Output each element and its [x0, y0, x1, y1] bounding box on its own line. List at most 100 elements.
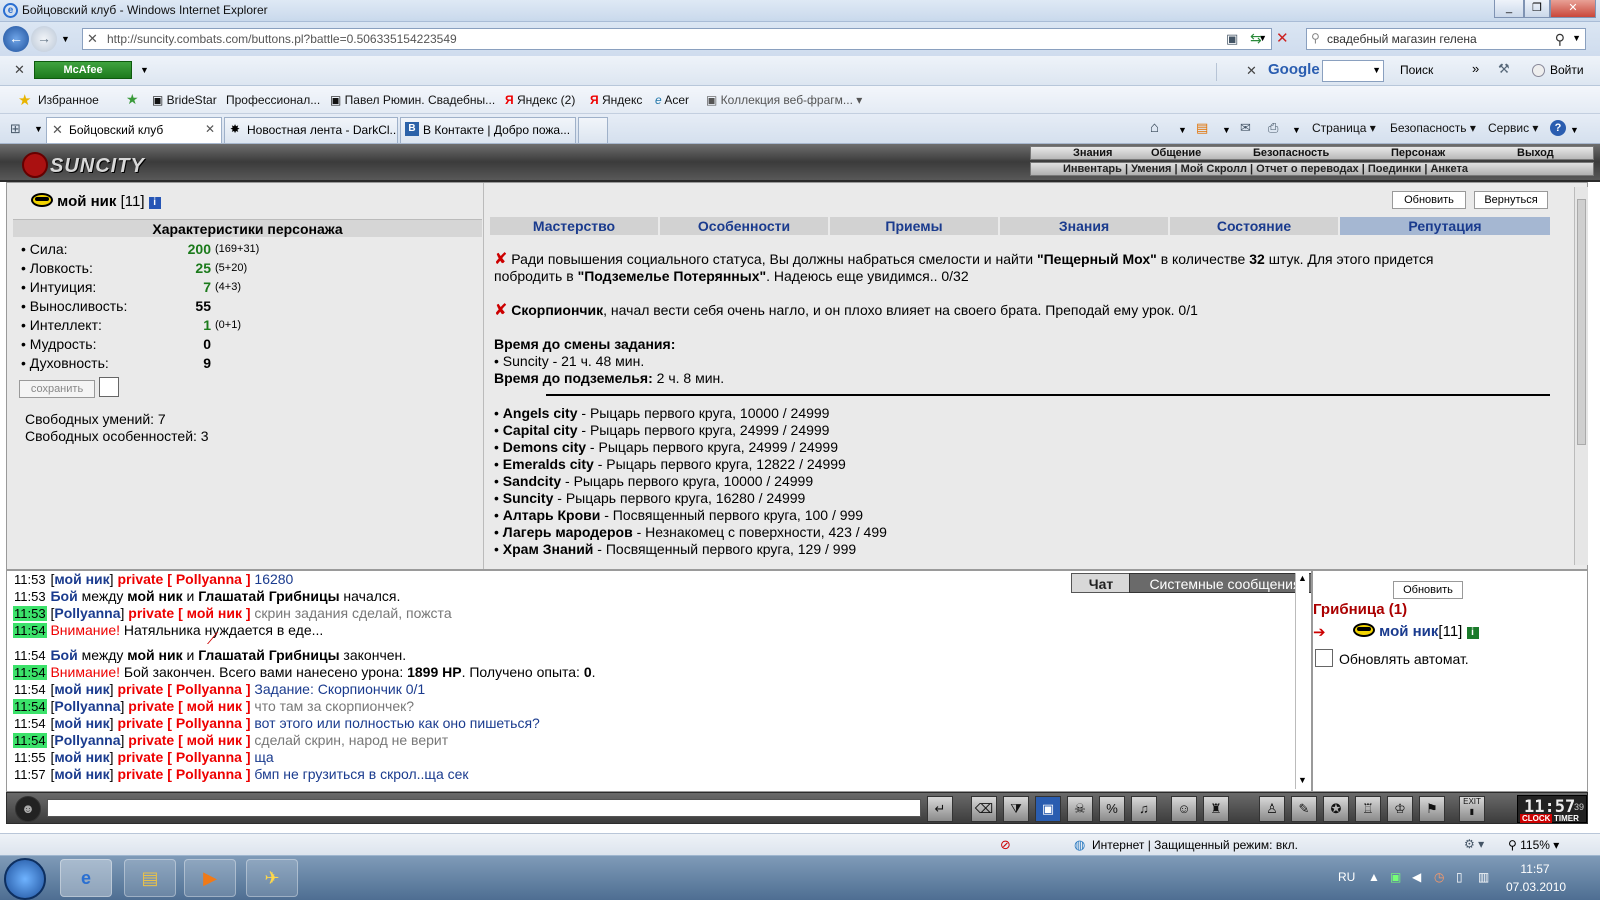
tools-menu[interactable]: Сервис ▾ [1488, 121, 1538, 135]
character-icon[interactable]: ♔ [1387, 796, 1413, 822]
tab-mastery[interactable]: Мастерство [490, 217, 658, 235]
chat-line[interactable]: 11:55 [мой ник] private [ Pollyanna ] ща [13, 749, 274, 765]
percent-icon[interactable]: % [1099, 796, 1125, 822]
forward-button[interactable]: → [31, 26, 57, 52]
chat-line[interactable]: 11:57 [мой ник] private [ Pollyanna ] бм… [13, 766, 469, 782]
battle-player[interactable]: Глашатай Грибницы [198, 647, 339, 663]
close-window-button[interactable]: ✕ [1550, 0, 1596, 18]
tab-techniques[interactable]: Приемы [830, 217, 998, 235]
safety-menu[interactable]: Безопасность ▾ [1390, 121, 1476, 135]
quest-failed-icon[interactable]: ✘ [494, 251, 507, 268]
chat-recipient[interactable]: мой ник [187, 698, 242, 714]
chat-recipient[interactable]: Pollyanna [176, 766, 242, 782]
chat-sender[interactable]: мой ник [54, 715, 109, 731]
start-button[interactable] [4, 858, 46, 900]
taskbar-time[interactable]: 11:57 [1506, 862, 1564, 876]
auto-refresh-checkbox[interactable] [1315, 649, 1333, 667]
sound-icon[interactable]: ♫ [1131, 796, 1157, 822]
chat-recipient[interactable]: Pollyanna [176, 571, 242, 587]
chat-line[interactable]: 11:54 [Pollyanna] private [ мой ник ] чт… [13, 698, 414, 714]
chat-recipient[interactable]: Pollyanna [176, 681, 242, 697]
menu-security[interactable]: Безопасность [1253, 147, 1329, 159]
chat-sender[interactable]: мой ник [54, 681, 109, 697]
chat-line[interactable]: 11:54 [мой ник] private [ Pollyanna ] во… [13, 715, 540, 731]
tab-darkclan[interactable]: ✸ Новостная лента - DarkCl... [224, 117, 398, 143]
menu-knowledge[interactable]: Знания [1073, 147, 1112, 159]
feeds-dropdown-icon[interactable]: ▼ [1222, 125, 1231, 135]
google-dropdown-icon[interactable]: ▼ [1372, 65, 1381, 75]
more-tools-icon[interactable]: » [1472, 61, 1479, 76]
favorites-button[interactable]: Избранное [38, 93, 99, 107]
show-hidden-icon[interactable]: ▲ [1368, 870, 1380, 884]
minimize-button[interactable]: _ [1494, 0, 1524, 18]
google-login-button[interactable]: Войти [1550, 63, 1584, 77]
chat-line[interactable]: 11:53 [Pollyanna] private [ мой ник ] ск… [13, 605, 452, 621]
close-google-icon[interactable]: ✕ [1246, 63, 1257, 79]
fav-item-yandex2[interactable]: Я Яндекс (2) [505, 93, 575, 107]
fav-item-pavel[interactable]: ▣ Павел Рюмин. Свадебны... [330, 93, 495, 107]
chat-sender[interactable]: мой ник [54, 766, 109, 782]
quest-failed-icon[interactable]: ✘ [494, 302, 507, 319]
search-icon[interactable]: ⚲ [1555, 31, 1565, 48]
tray-app-icon[interactable]: ▣ [1390, 870, 1401, 884]
fav-item-yandex[interactable]: Я Яндекс [590, 93, 642, 107]
chat-recipient[interactable]: Pollyanna [176, 749, 242, 765]
details-scrollbar[interactable] [1574, 187, 1588, 565]
quick-tabs-icon[interactable]: ⊞ [10, 121, 21, 137]
menu-exit[interactable]: Выход [1517, 147, 1554, 159]
chat-sender[interactable]: мой ник [54, 571, 109, 587]
save-stats-button[interactable]: сохранить [19, 380, 95, 398]
google-search-field[interactable]: ▼ [1322, 60, 1384, 82]
chat-line[interactable]: 11:54 Внимание! Натяльника нуждается в е… [13, 622, 323, 638]
chat-line[interactable]: 11:54 Внимание! Бой закончен. Всего вами… [13, 664, 596, 680]
sub-menu[interactable]: Инвентарь | Умения | Мой Скролл | Отчет … [1030, 162, 1594, 176]
eraser-icon[interactable]: ⌫ [971, 796, 997, 822]
exit-icon[interactable]: EXIT ▮ [1459, 796, 1485, 822]
tab-reputation[interactable]: Репутация [1340, 217, 1550, 235]
chat-input[interactable] [47, 799, 921, 817]
ie-taskbar-icon[interactable]: e [60, 859, 112, 897]
menu-character[interactable]: Персонаж [1391, 147, 1445, 159]
flag-icon[interactable]: ⚑ [1419, 796, 1445, 822]
send-icon[interactable]: ↵ [927, 796, 953, 822]
emoji-head-icon[interactable]: ☻ [15, 796, 41, 822]
tab-chat[interactable]: Чат [1071, 573, 1131, 593]
close-tab-icon[interactable]: ✕ [205, 122, 215, 136]
fav-item-bridestar[interactable]: ▣ BrideStar [152, 93, 217, 107]
character-name[interactable]: мой ник [11] i [31, 193, 161, 210]
scroll-down-icon[interactable]: ▼ [1298, 775, 1307, 785]
info-icon[interactable]: i [1466, 627, 1479, 639]
tab-list-dropdown-icon[interactable]: ▼ [34, 124, 43, 134]
add-favorite-icon[interactable]: ★ [126, 91, 139, 108]
maximize-button[interactable]: ❐ [1524, 0, 1550, 18]
back-button-game[interactable]: Вернуться [1474, 191, 1548, 209]
chat-sender[interactable]: Pollyanna [54, 698, 120, 714]
menu-communication[interactable]: Общение [1151, 147, 1201, 159]
fav-item-webslices[interactable]: ▣ Коллекция веб-фрагм... ▾ [706, 93, 862, 107]
volume-icon[interactable]: ◀ [1412, 870, 1421, 884]
scroll-up-icon[interactable]: ▲ [1298, 573, 1307, 583]
help-dropdown-icon[interactable]: ▼ [1570, 125, 1579, 135]
media-player-taskbar-icon[interactable]: ▶ [184, 859, 236, 897]
helmet-icon[interactable]: ♜ [1203, 796, 1229, 822]
chat-sender[interactable]: мой ник [54, 749, 109, 765]
close-toolbar-icon[interactable]: ✕ [14, 62, 25, 78]
player-row[interactable]: мой ник[11] i [1353, 623, 1479, 640]
chat-recipient[interactable]: мой ник [187, 605, 242, 621]
players-refresh-button[interactable]: Обновить [1393, 581, 1463, 599]
info-icon[interactable]: i [148, 197, 161, 209]
language-indicator[interactable]: RU [1338, 870, 1355, 884]
mail-icon[interactable]: ✉ [1240, 120, 1251, 136]
chat-line[interactable]: 11:54 [мой ник] private [ Pollyanna ] За… [13, 681, 425, 697]
chat-line[interactable]: 11:53 Бой между мой ник и Глашатай Грибн… [13, 588, 400, 604]
bag-icon[interactable]: ♙ [1259, 796, 1285, 822]
fight-arrow-icon[interactable]: ➔ [1313, 623, 1326, 641]
battle-player[interactable]: мой ник [127, 647, 182, 663]
search-field[interactable]: ⚲ свадебный магазин гелена ⚲ ▼ [1306, 28, 1586, 50]
chat-line[interactable]: 11:54 [Pollyanna] private [ мой ник ] сд… [13, 732, 448, 748]
new-tab-button[interactable] [578, 117, 608, 143]
tab-state[interactable]: Состояние [1170, 217, 1338, 235]
compat-view-icon[interactable]: ▣ [1226, 31, 1238, 47]
battle-link[interactable]: Бой [50, 647, 77, 663]
explorer-taskbar-icon[interactable]: ▤ [124, 859, 176, 897]
